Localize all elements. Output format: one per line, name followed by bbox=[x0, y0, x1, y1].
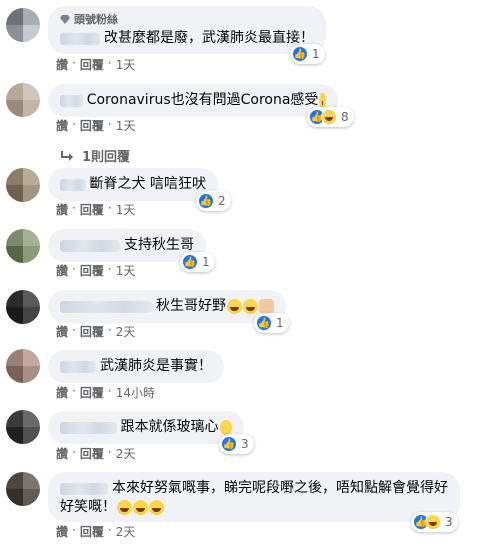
comment-text: 支持秋生哥 bbox=[124, 237, 194, 253]
timestamp[interactable]: 1天 bbox=[116, 201, 136, 218]
comment-text: 斷脊之犬 唁唁狂吠 bbox=[89, 176, 206, 192]
avatar[interactable] bbox=[6, 229, 40, 263]
thumbs-up-emoji-icon bbox=[259, 299, 274, 314]
like-button[interactable]: 讚 bbox=[56, 117, 68, 134]
like-reaction-icon: 👍 bbox=[182, 254, 198, 270]
comment-bubble: 武漢肺炎是事實！ bbox=[48, 350, 224, 383]
avatar[interactable] bbox=[6, 290, 40, 324]
redacted-name[interactable] bbox=[60, 300, 152, 313]
like-button[interactable]: 讚 bbox=[56, 323, 68, 340]
diamond-icon bbox=[60, 15, 70, 24]
reply-button[interactable]: 回覆 bbox=[80, 445, 104, 462]
laughing-emoji-icon bbox=[133, 500, 148, 515]
like-button[interactable]: 讚 bbox=[56, 445, 68, 462]
reply-button[interactable]: 回覆 bbox=[80, 56, 104, 73]
like-button[interactable]: 讚 bbox=[56, 262, 68, 279]
reply-button[interactable]: 回覆 bbox=[80, 523, 104, 540]
top-fan-badge: 頭號粉絲 bbox=[60, 12, 314, 26]
reply-button[interactable]: 回覆 bbox=[80, 117, 104, 134]
reaction-count[interactable]: 👍 8 bbox=[307, 107, 354, 127]
reply-button[interactable]: 回覆 bbox=[80, 201, 104, 218]
comment-text: 武漢肺炎是事實！ bbox=[100, 358, 212, 374]
redacted-name[interactable] bbox=[60, 482, 108, 495]
haha-reaction-icon bbox=[425, 514, 441, 530]
reply-arrow-icon bbox=[61, 150, 73, 161]
redacted-name[interactable] bbox=[60, 178, 86, 191]
reply-button[interactable]: 回覆 bbox=[80, 262, 104, 279]
timestamp[interactable]: 1天 bbox=[116, 56, 136, 73]
redacted-name[interactable] bbox=[60, 94, 83, 107]
avatar[interactable] bbox=[6, 472, 40, 506]
like-button[interactable]: 讚 bbox=[56, 201, 68, 218]
laughing-emoji-icon bbox=[117, 500, 132, 515]
like-reaction-icon: 👍 bbox=[292, 46, 308, 62]
avatar[interactable] bbox=[6, 83, 40, 117]
timestamp[interactable]: 2天 bbox=[116, 523, 136, 540]
redacted-name[interactable] bbox=[60, 239, 120, 252]
comment-bubble: 跟本就係玻璃心 bbox=[48, 411, 244, 444]
comment-text: Coronavirus也沒有問過Corona感受 bbox=[86, 92, 319, 108]
avatar[interactable] bbox=[6, 168, 40, 202]
reaction-count[interactable]: 👍 1 bbox=[180, 252, 215, 272]
comment-bubble: 本來好努氣嘅事，睇完呢段嘢之後，唔知點解會覺得好 好笑嘅！ bbox=[48, 472, 460, 522]
reaction-count[interactable]: 👍 1 bbox=[254, 313, 289, 333]
haha-reaction-icon bbox=[321, 109, 337, 125]
like-reaction-icon: 👍 bbox=[221, 436, 237, 452]
laughing-emoji-icon bbox=[149, 500, 164, 515]
reaction-count[interactable]: 👍 3 bbox=[219, 434, 254, 454]
praying-emoji-icon bbox=[219, 420, 232, 435]
laughing-emoji-icon bbox=[227, 299, 242, 314]
like-reaction-icon: 👍 bbox=[256, 315, 272, 331]
laughing-emoji-icon bbox=[243, 299, 258, 314]
timestamp[interactable]: 1天 bbox=[116, 117, 136, 134]
reply-button[interactable]: 回覆 bbox=[80, 323, 104, 340]
comment-bubble: 斷脊之犬 唁唁狂吠 bbox=[48, 168, 218, 201]
comment-bubble: 秋生哥好野 bbox=[48, 290, 286, 323]
avatar[interactable] bbox=[6, 8, 40, 42]
comment-text: 跟本就係玻璃心 bbox=[120, 419, 219, 435]
comment-text: 改甚麼都是廢，武漢肺炎最直接！ bbox=[104, 30, 314, 46]
redacted-name[interactable] bbox=[60, 360, 96, 373]
avatar[interactable] bbox=[6, 349, 40, 383]
reaction-count[interactable]: 👍 2 bbox=[196, 191, 231, 211]
reply-button[interactable]: 回覆 bbox=[80, 384, 104, 401]
comment-text: 秋生哥好野 bbox=[156, 298, 226, 314]
like-button[interactable]: 讚 bbox=[56, 384, 68, 401]
comment-text: 好笑嘅！ bbox=[60, 499, 116, 515]
reaction-count[interactable]: 👍 3 bbox=[411, 512, 458, 532]
timestamp[interactable]: 2天 bbox=[116, 323, 136, 340]
comment-text: 本來好努氣嘅事，睇完呢段嘢之後，唔知點解會覺得好 bbox=[112, 480, 448, 496]
laughing-emoji-icon bbox=[319, 93, 326, 108]
comment-bubble: Coronavirus也沒有問過Corona感受 bbox=[48, 84, 338, 117]
timestamp[interactable]: 2天 bbox=[116, 445, 136, 462]
like-reaction-icon: 👍 bbox=[198, 193, 214, 209]
timestamp[interactable]: 1天 bbox=[116, 262, 136, 279]
redacted-name[interactable] bbox=[60, 421, 117, 434]
view-replies-link[interactable]: 1則回覆 bbox=[60, 146, 130, 165]
comment-bubble: 頭號粉絲 改甚麼都是廢，武漢肺炎最直接！ bbox=[48, 6, 326, 54]
avatar[interactable] bbox=[6, 410, 40, 444]
reaction-count[interactable]: 👍 1 bbox=[290, 44, 325, 64]
badge-label: 頭號粉絲 bbox=[74, 13, 118, 26]
like-button[interactable]: 讚 bbox=[56, 56, 68, 73]
redacted-name[interactable] bbox=[60, 32, 100, 45]
like-button[interactable]: 讚 bbox=[56, 523, 68, 540]
timestamp[interactable]: 14小時 bbox=[116, 384, 155, 401]
